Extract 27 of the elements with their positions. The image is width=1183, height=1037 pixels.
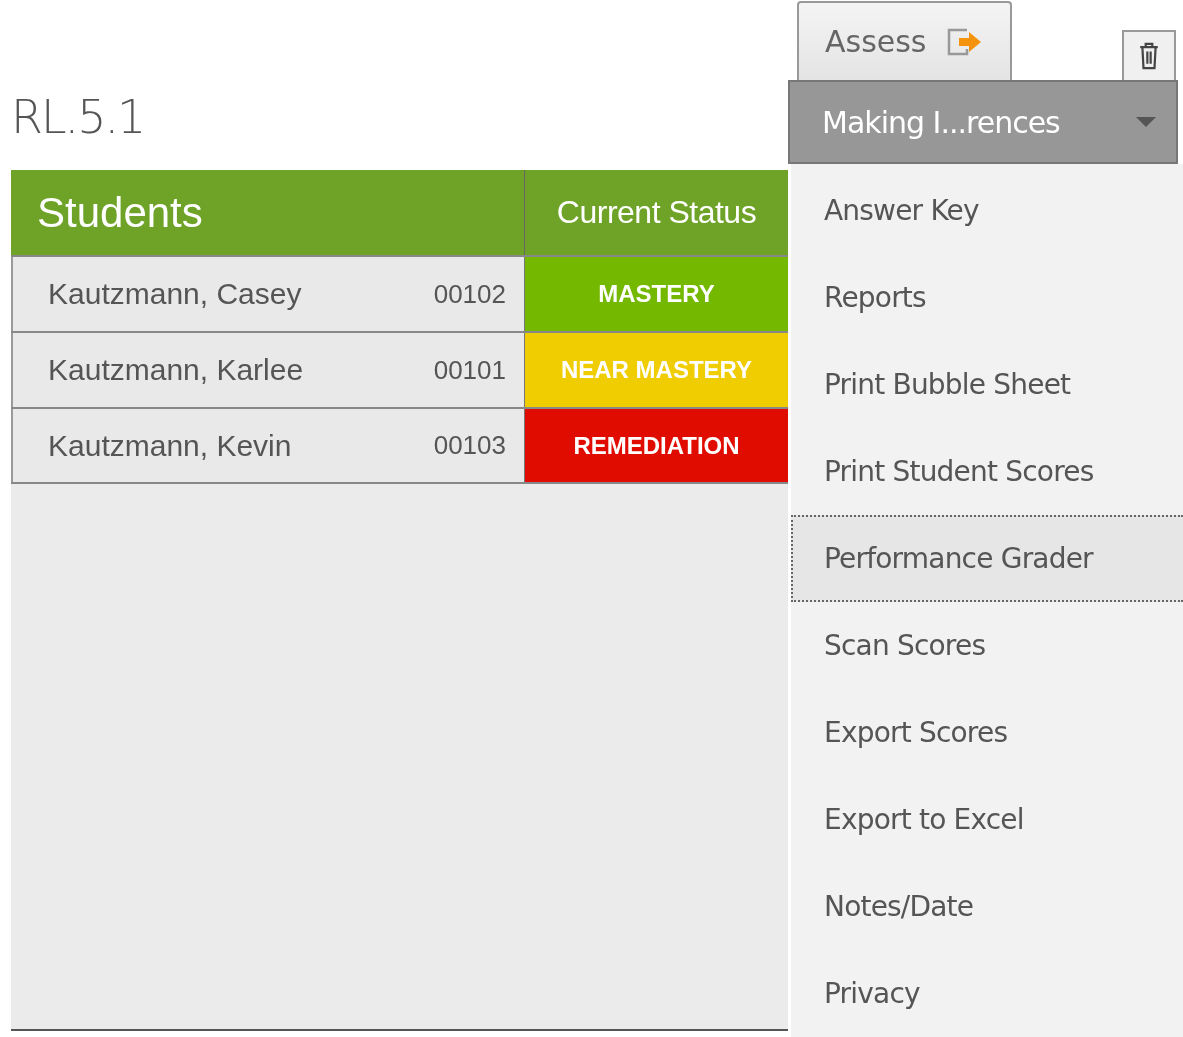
status-badge: MASTERY bbox=[525, 257, 788, 331]
trash-icon bbox=[1138, 41, 1160, 72]
menu-item[interactable]: Print Bubble Sheet bbox=[791, 341, 1183, 428]
menu-item[interactable]: Performance Grader bbox=[791, 515, 1183, 602]
menu-item[interactable]: Reports bbox=[791, 254, 1183, 341]
student-id: 00101 bbox=[433, 354, 506, 386]
delete-button[interactable] bbox=[1122, 30, 1176, 81]
page-title: RL.5.1 bbox=[11, 89, 146, 146]
menu-item[interactable]: Notes/Date bbox=[791, 863, 1183, 950]
exit-arrow-icon bbox=[946, 26, 983, 58]
student-name: Kautzmann, Casey bbox=[48, 277, 302, 311]
student-id: 00102 bbox=[433, 278, 506, 310]
student-id: 00103 bbox=[433, 430, 506, 461]
column-header: Students bbox=[11, 170, 525, 255]
menu-item[interactable]: Export Scores bbox=[791, 689, 1183, 776]
menu-item[interactable]: Privacy bbox=[791, 950, 1183, 1037]
student-name: Kautzmann, Kevin bbox=[48, 428, 292, 463]
menu-item[interactable]: Export to Excel bbox=[791, 776, 1183, 863]
menu-item[interactable]: Print Student Scores bbox=[791, 428, 1183, 515]
menu-item[interactable]: Scan Scores bbox=[791, 602, 1183, 689]
status-badge: REMEDIATION bbox=[525, 409, 788, 482]
caret-icon bbox=[1136, 117, 1156, 128]
column-header: Current Status bbox=[555, 193, 758, 232]
assess-tab[interactable]: Assess bbox=[797, 1, 1012, 81]
menu-item[interactable]: Answer Key bbox=[791, 167, 1183, 254]
status-badge: NEAR MASTERY bbox=[525, 333, 788, 407]
student-name: Kautzmann, Karlee bbox=[48, 353, 304, 387]
